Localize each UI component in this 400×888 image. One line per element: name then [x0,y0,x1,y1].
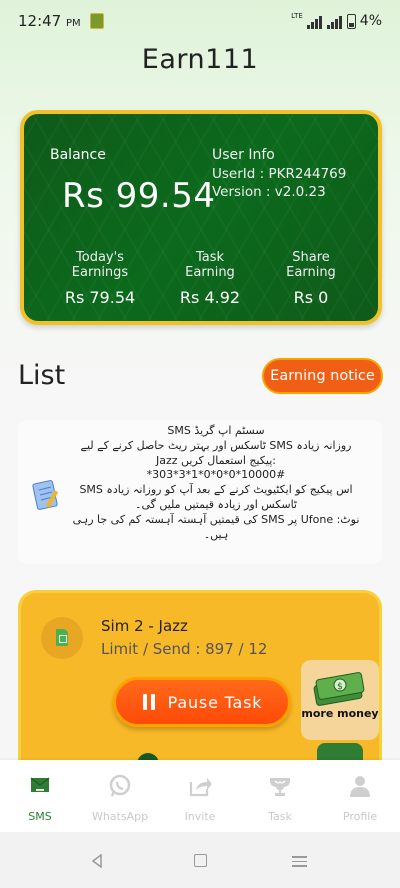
notice-line: نوٹ: Ufone پر SMS کی قیمتیں آہستہ آہستہ … [72,512,360,526]
money-stack-icon: $ [313,672,365,706]
task-card: Sim 2 - Jazz Limit / Send : 897 / 12 Pau… [18,590,382,780]
notice-line: Jazz پیکیج استعمال کریں: [156,453,276,467]
bottom-nav: SMS WhatsApp Invite Task Profile [0,760,400,832]
earning-notice-button[interactable]: Earning notice [262,358,383,394]
more-money-label: more money [301,707,379,720]
person-icon [350,776,370,797]
sim-limit-send: Limit / Send : 897 / 12 [101,640,268,658]
list-title: List [18,360,66,391]
nav-item-task[interactable]: Task [240,760,320,832]
stat-share-earning: Share Earning Rs 0 [266,250,356,307]
svg-text:$: $ [337,682,343,692]
nav-item-whatsapp[interactable]: WhatsApp [80,760,160,832]
stat-task-earning: Task Earning Rs 4.92 [170,250,250,307]
more-money-button[interactable]: $ more money [301,660,379,740]
app-title: Earn111 [141,44,259,75]
network-type: LTE [291,12,303,20]
status-indicators: LTE 4% [291,12,382,29]
stat-value: Rs 0 [293,288,329,307]
battery-percent: 4% [359,13,382,29]
nav-item-sms[interactable]: SMS [0,760,80,832]
notification-app-icon [90,13,104,29]
balance-value: Rs 99.54 [62,176,216,216]
status-clock: 12:47 [18,12,62,30]
system-nav-bar [0,832,400,888]
pause-icon [142,694,156,710]
status-bar: 12:47 PM LTE 4% [0,0,400,44]
nav-label: Profile [342,810,378,823]
notice-line: روزانہ زیادہ SMS ٹاسکس اور بہتر ریٹ حاصل… [80,438,352,452]
share-icon [189,778,212,797]
stat-label: Share Earning [286,250,336,280]
balance-label: Balance [50,147,106,163]
notice-line: سسٹم اپ گریڈ SMS [167,424,265,437]
home-icon[interactable] [194,854,207,867]
app-version: Version : v2.0.23 [212,184,326,200]
whatsapp-icon [109,774,131,797]
stat-todays-earnings: Today's Earnings Rs 79.54 [48,250,152,307]
stat-label: Task Earning [185,250,235,280]
nav-label: Invite [184,810,216,823]
nav-label: SMS [28,810,52,823]
status-time: 12:47 PM [18,12,81,30]
user-id: UserId : PKR244769 [212,166,347,182]
sim-icon-badge [41,617,83,659]
sim-name: Sim 2 - Jazz [101,617,188,635]
sms-icon [30,777,50,792]
status-ampm: PM [66,18,81,29]
stat-value: Rs 4.92 [179,288,241,307]
battery-icon [346,13,356,29]
signal-icon-2 [326,13,343,29]
notice-line: اس پیکیج کو ایکٹیویٹ کرنے کے بعد آپ کو ر… [79,483,353,497]
balance-card: Balance Rs 99.54 User Info UserId : PKR2… [20,110,382,325]
stat-value: Rs 79.54 [64,288,136,307]
back-icon[interactable] [90,854,104,868]
recents-icon[interactable] [292,856,307,867]
sim-card-icon [56,629,68,646]
notice-text: سسٹم اپ گریڈ SMS روزانہ زیادہ SMS ٹاسکس … [66,424,366,542]
nav-item-invite[interactable]: Invite [160,760,240,832]
user-info-title: User Info [212,147,275,163]
nav-label: WhatsApp [91,810,149,823]
trophy-icon [270,778,290,796]
notice-line: ہیں۔ [203,527,229,541]
notice-line: *303*3*1*0*0*0*10000# [146,468,286,482]
nav-item-profile[interactable]: Profile [320,760,400,832]
notice-panel: سسٹم اپ گریڈ SMS روزانہ زیادہ SMS ٹاسکس … [18,420,382,564]
pause-task-label: Pause Task [167,692,263,712]
notice-line: ٹاسکس اور زیادہ قیمتیں ملیں گی۔ [135,497,297,511]
notepad-pencil-icon [32,480,59,510]
stat-label: Today's Earnings [71,250,129,280]
pause-task-button[interactable]: Pause Task [113,677,291,727]
nav-label: Task [268,810,292,823]
signal-icon [306,13,323,29]
